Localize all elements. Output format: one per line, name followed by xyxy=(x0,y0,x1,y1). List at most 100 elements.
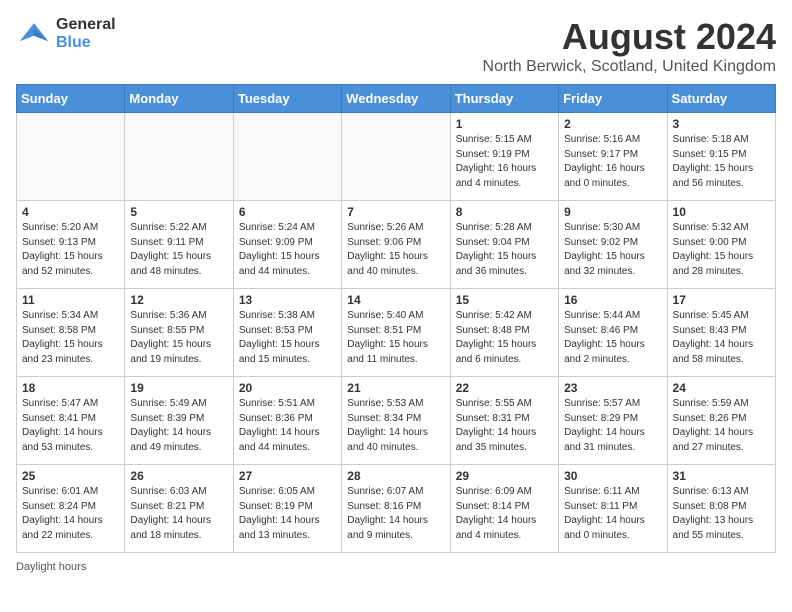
day-number: 6 xyxy=(239,205,336,219)
day-info: Sunrise: 5:55 AM Sunset: 8:31 PM Dayligh… xyxy=(456,397,553,455)
calendar-cell: 8 Sunrise: 5:28 AM Sunset: 9:04 PM Daylig… xyxy=(450,201,558,289)
day-info: Sunrise: 5:45 AM Sunset: 8:43 PM Dayligh… xyxy=(673,309,770,367)
calendar-cell: 28 Sunrise: 6:07 AM Sunset: 8:16 PM Dayli… xyxy=(342,465,450,553)
day-info: Sunrise: 6:05 AM Sunset: 8:19 PM Dayligh… xyxy=(239,485,336,543)
calendar-cell: 30Sunrise: 6:11 AM Sunset: 8:11 PM Dayli… xyxy=(559,465,667,553)
day-info: Sunrise: 5:20 AM Sunset: 9:13 PM Dayligh… xyxy=(22,221,119,279)
day-info: Sunrise: 5:30 AM Sunset: 9:02 PM Dayligh… xyxy=(564,221,661,279)
subtitle: North Berwick, Scotland, United Kingdom xyxy=(483,58,776,76)
logo-blue: Blue xyxy=(56,34,116,52)
day-number: 16 xyxy=(564,293,661,307)
day-info: Sunrise: 5:34 AM Sunset: 8:58 PM Dayligh… xyxy=(22,309,119,367)
day-info: Sunrise: 5:47 AM Sunset: 8:41 PM Dayligh… xyxy=(22,397,119,455)
week-row-4: 18Sunrise: 5:47 AM Sunset: 8:41 PM Dayli… xyxy=(17,377,776,465)
day-number: 11 xyxy=(22,293,119,307)
calendar-cell: 25Sunrise: 6:01 AM Sunset: 8:24 PM Dayli… xyxy=(17,465,125,553)
calendar-table: SundayMondayTuesdayWednesdayThursdayFrid… xyxy=(16,84,776,553)
day-number: 9 xyxy=(564,205,661,219)
days-header-row: SundayMondayTuesdayWednesdayThursdayFrid… xyxy=(17,85,776,113)
calendar-cell: 15Sunrise: 5:42 AM Sunset: 8:48 PM Dayli… xyxy=(450,289,558,377)
day-info: Sunrise: 5:16 AM Sunset: 9:17 PM Dayligh… xyxy=(564,133,661,191)
day-header-monday: Monday xyxy=(125,85,233,113)
daylight-label: Daylight hours xyxy=(16,561,86,573)
calendar-cell: 6 Sunrise: 5:24 AM Sunset: 9:09 PM Daylig… xyxy=(233,201,341,289)
calendar-cell: 26 Sunrise: 6:03 AM Sunset: 8:21 PM Dayli… xyxy=(125,465,233,553)
day-header-saturday: Saturday xyxy=(667,85,775,113)
calendar-cell xyxy=(125,113,233,201)
calendar-cell: 4Sunrise: 5:20 AM Sunset: 9:13 PM Daylig… xyxy=(17,201,125,289)
day-number: 26 xyxy=(130,469,227,483)
logo-general: General xyxy=(56,16,116,34)
day-info: Sunrise: 6:07 AM Sunset: 8:16 PM Dayligh… xyxy=(347,485,444,543)
calendar-cell xyxy=(17,113,125,201)
logo-text: General Blue xyxy=(56,16,116,51)
day-number: 8 xyxy=(456,205,553,219)
day-number: 23 xyxy=(564,381,661,395)
day-info: Sunrise: 5:36 AM Sunset: 8:55 PM Dayligh… xyxy=(130,309,227,367)
week-row-2: 4Sunrise: 5:20 AM Sunset: 9:13 PM Daylig… xyxy=(17,201,776,289)
day-number: 25 xyxy=(22,469,119,483)
day-info: Sunrise: 5:28 AM Sunset: 9:04 PM Dayligh… xyxy=(456,221,553,279)
day-number: 19 xyxy=(130,381,227,395)
day-number: 1 xyxy=(456,117,553,131)
footer: Daylight hours xyxy=(16,561,776,573)
calendar-cell: 13 Sunrise: 5:38 AM Sunset: 8:53 PM Dayli… xyxy=(233,289,341,377)
day-info: Sunrise: 6:09 AM Sunset: 8:14 PM Dayligh… xyxy=(456,485,553,543)
calendar-cell: 12Sunrise: 5:36 AM Sunset: 8:55 PM Dayli… xyxy=(125,289,233,377)
day-header-tuesday: Tuesday xyxy=(233,85,341,113)
calendar-cell xyxy=(342,113,450,201)
week-row-1: 1 Sunrise: 5:15 AM Sunset: 9:19 PM Daylig… xyxy=(17,113,776,201)
day-info: Sunrise: 5:24 AM Sunset: 9:09 PM Dayligh… xyxy=(239,221,336,279)
title-block: August 2024 North Berwick, Scotland, Uni… xyxy=(483,16,776,76)
page-header: General Blue August 2024 North Berwick, … xyxy=(16,16,776,76)
day-number: 7 xyxy=(347,205,444,219)
day-number: 3 xyxy=(673,117,770,131)
calendar-cell: 23 Sunrise: 5:57 AM Sunset: 8:29 PM Dayli… xyxy=(559,377,667,465)
calendar-cell: 14Sunrise: 5:40 AM Sunset: 8:51 PM Dayli… xyxy=(342,289,450,377)
calendar-cell: 19Sunrise: 5:49 AM Sunset: 8:39 PM Dayli… xyxy=(125,377,233,465)
calendar-cell: 22 Sunrise: 5:55 AM Sunset: 8:31 PM Dayli… xyxy=(450,377,558,465)
calendar-cell: 20 Sunrise: 5:51 AM Sunset: 8:36 PM Dayli… xyxy=(233,377,341,465)
day-number: 5 xyxy=(130,205,227,219)
day-info: Sunrise: 6:03 AM Sunset: 8:21 PM Dayligh… xyxy=(130,485,227,543)
calendar-cell: 18Sunrise: 5:47 AM Sunset: 8:41 PM Dayli… xyxy=(17,377,125,465)
calendar-cell: 9 Sunrise: 5:30 AM Sunset: 9:02 PM Daylig… xyxy=(559,201,667,289)
day-header-wednesday: Wednesday xyxy=(342,85,450,113)
day-info: Sunrise: 5:15 AM Sunset: 9:19 PM Dayligh… xyxy=(456,133,553,191)
week-row-5: 25Sunrise: 6:01 AM Sunset: 8:24 PM Dayli… xyxy=(17,465,776,553)
calendar-cell: 5 Sunrise: 5:22 AM Sunset: 9:11 PM Daylig… xyxy=(125,201,233,289)
calendar-cell: 29 Sunrise: 6:09 AM Sunset: 8:14 PM Dayli… xyxy=(450,465,558,553)
day-info: Sunrise: 5:42 AM Sunset: 8:48 PM Dayligh… xyxy=(456,309,553,367)
day-number: 31 xyxy=(673,469,770,483)
calendar-cell: 10 Sunrise: 5:32 AM Sunset: 9:00 PM Dayli… xyxy=(667,201,775,289)
main-title: August 2024 xyxy=(483,16,776,58)
calendar-cell: 3Sunrise: 5:18 AM Sunset: 9:15 PM Daylig… xyxy=(667,113,775,201)
calendar-cell: 1 Sunrise: 5:15 AM Sunset: 9:19 PM Daylig… xyxy=(450,113,558,201)
day-number: 13 xyxy=(239,293,336,307)
day-number: 29 xyxy=(456,469,553,483)
calendar-cell xyxy=(233,113,341,201)
calendar-cell: 17Sunrise: 5:45 AM Sunset: 8:43 PM Dayli… xyxy=(667,289,775,377)
day-info: Sunrise: 5:59 AM Sunset: 8:26 PM Dayligh… xyxy=(673,397,770,455)
day-info: Sunrise: 6:13 AM Sunset: 8:08 PM Dayligh… xyxy=(673,485,770,543)
day-number: 24 xyxy=(673,381,770,395)
calendar-cell: 21Sunrise: 5:53 AM Sunset: 8:34 PM Dayli… xyxy=(342,377,450,465)
day-number: 20 xyxy=(239,381,336,395)
day-number: 27 xyxy=(239,469,336,483)
day-header-friday: Friday xyxy=(559,85,667,113)
day-info: Sunrise: 5:38 AM Sunset: 8:53 PM Dayligh… xyxy=(239,309,336,367)
day-info: Sunrise: 5:51 AM Sunset: 8:36 PM Dayligh… xyxy=(239,397,336,455)
day-number: 28 xyxy=(347,469,444,483)
day-header-thursday: Thursday xyxy=(450,85,558,113)
calendar-cell: 16Sunrise: 5:44 AM Sunset: 8:46 PM Dayli… xyxy=(559,289,667,377)
day-number: 10 xyxy=(673,205,770,219)
day-info: Sunrise: 5:32 AM Sunset: 9:00 PM Dayligh… xyxy=(673,221,770,279)
day-info: Sunrise: 6:11 AM Sunset: 8:11 PM Dayligh… xyxy=(564,485,661,543)
day-info: Sunrise: 5:57 AM Sunset: 8:29 PM Dayligh… xyxy=(564,397,661,455)
day-header-sunday: Sunday xyxy=(17,85,125,113)
day-info: Sunrise: 5:26 AM Sunset: 9:06 PM Dayligh… xyxy=(347,221,444,279)
day-number: 22 xyxy=(456,381,553,395)
calendar-cell: 27 Sunrise: 6:05 AM Sunset: 8:19 PM Dayli… xyxy=(233,465,341,553)
day-number: 21 xyxy=(347,381,444,395)
day-info: Sunrise: 5:22 AM Sunset: 9:11 PM Dayligh… xyxy=(130,221,227,279)
